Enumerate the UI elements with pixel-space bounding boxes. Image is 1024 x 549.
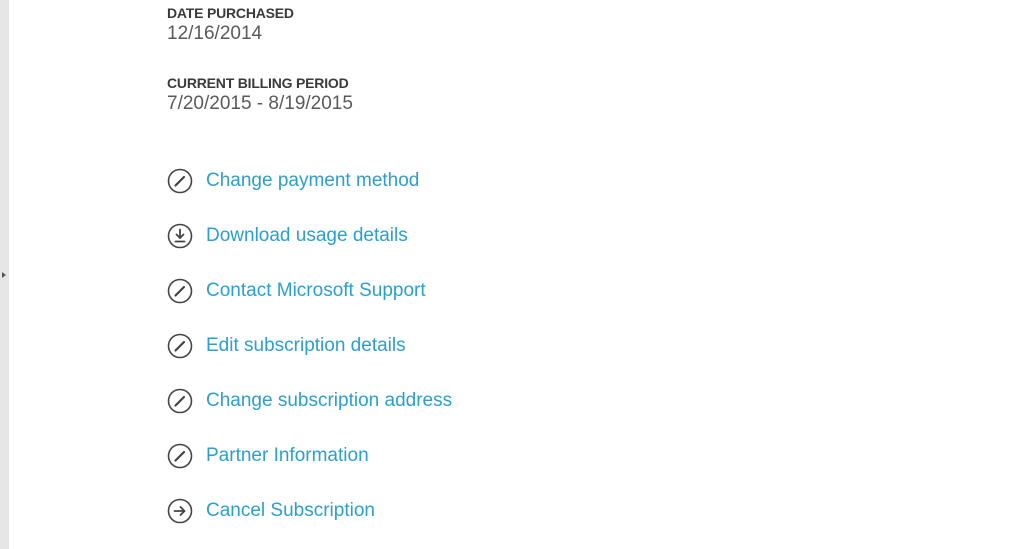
edit-icon <box>167 333 193 359</box>
change-payment-method-label: Change payment method <box>206 170 420 191</box>
cancel-subscription-link[interactable]: Cancel Subscription <box>167 496 452 526</box>
billing-period-field: CURRENT BILLING PERIOD 7/20/2015 - 8/19/… <box>167 74 353 116</box>
change-subscription-address-label: Change subscription address <box>206 390 453 411</box>
date-purchased-field: DATE PURCHASED 12/16/2014 <box>167 4 294 46</box>
edit-icon <box>167 388 193 414</box>
date-purchased-label: DATE PURCHASED <box>167 5 294 21</box>
partner-information-label: Partner Information <box>206 445 369 466</box>
cancel-subscription-label: Cancel Subscription <box>206 500 375 521</box>
edit-subscription-details-label: Edit subscription details <box>206 335 406 356</box>
date-purchased-value: 12/16/2014 <box>167 23 263 44</box>
change-subscription-address-link[interactable]: Change subscription address <box>167 386 452 416</box>
download-usage-details-link[interactable]: Download usage details <box>167 221 452 251</box>
edit-icon <box>167 168 193 194</box>
billing-period-label: CURRENT BILLING PERIOD <box>167 75 349 91</box>
download-usage-details-label: Download usage details <box>206 225 408 246</box>
subscription-actions-list: Change payment method Download usage det… <box>167 166 452 549</box>
arrow-right-icon <box>167 498 193 524</box>
contact-microsoft-support-link[interactable]: Contact Microsoft Support <box>167 276 452 306</box>
edit-icon <box>167 443 193 469</box>
partner-information-link[interactable]: Partner Information <box>167 441 452 471</box>
edit-icon <box>167 278 193 304</box>
expand-arrow-icon[interactable] <box>2 272 6 278</box>
edit-subscription-details-link[interactable]: Edit subscription details <box>167 331 452 361</box>
subscription-details-page: DATE PURCHASED 12/16/2014 CURRENT BILLIN… <box>0 0 1024 549</box>
billing-period-value: 7/20/2015 - 8/19/2015 <box>167 93 353 114</box>
download-icon <box>167 223 193 249</box>
change-payment-method-link[interactable]: Change payment method <box>167 166 452 196</box>
contact-microsoft-support-label: Contact Microsoft Support <box>206 280 426 301</box>
left-panel-edge <box>0 0 9 549</box>
